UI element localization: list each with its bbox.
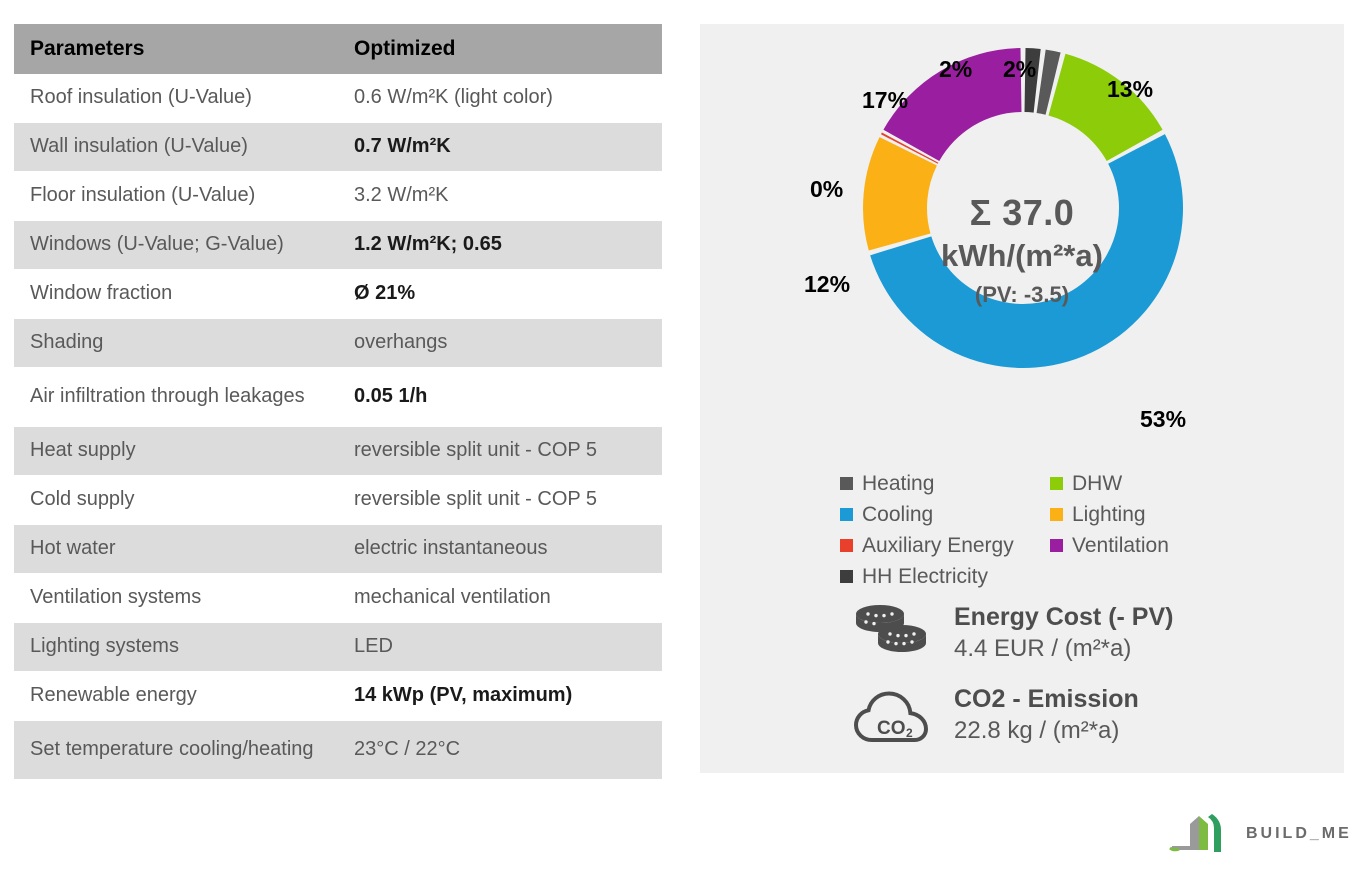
table-row: Renewable energy 14 kWp (PV, maximum) bbox=[14, 672, 662, 721]
energy-cost-title: Energy Cost (- PV) bbox=[954, 602, 1174, 631]
table-row: Air infiltration through leakages 0.05 1/… bbox=[14, 368, 662, 427]
parameter-value: 0.6 W/m²K (light color) bbox=[354, 86, 553, 109]
svg-text:CO: CO bbox=[877, 718, 906, 739]
legend-item: Auxiliary Energy bbox=[840, 534, 1050, 558]
parameter-name: Wall insulation (U-Value) bbox=[30, 135, 248, 158]
parameter-value: reversible split unit - COP 5 bbox=[354, 488, 598, 511]
parameter-name: Set temperature cooling/heating bbox=[30, 738, 314, 761]
table-row: Heat supply reversible split unit - COP 5 bbox=[14, 427, 662, 476]
table-row: Cold supply reversible split unit - COP 5 bbox=[14, 476, 662, 525]
build-me-mark-icon bbox=[1169, 814, 1221, 852]
pct-label-ventilation: 17% bbox=[862, 87, 909, 113]
table-row: Wall insulation (U-Value) 0.7 W/m²K bbox=[14, 123, 662, 172]
table-row: Roof insulation (U-Value) 0.6 W/m²K (ligh… bbox=[14, 74, 662, 123]
parameter-name: Floor insulation (U-Value) bbox=[30, 184, 256, 207]
parameter-value: 23°C / 22°C bbox=[354, 738, 461, 761]
table-row: Windows (U-Value; G-Value) 1.2 W/m²K; 0.6… bbox=[14, 221, 662, 270]
svg-text:2: 2 bbox=[906, 726, 913, 740]
parameter-name: Shading bbox=[30, 331, 104, 354]
table-row: Shading overhangs bbox=[14, 319, 662, 368]
parameter-name: Air infiltration through leakages bbox=[30, 385, 305, 408]
parameters-table: Parameters Optimized Roof insulation (U-… bbox=[14, 24, 662, 780]
parameter-name: Renewable energy bbox=[30, 684, 197, 707]
parameter-name: Lighting systems bbox=[30, 635, 179, 658]
donut-center-total: Σ 37.0 bbox=[969, 192, 1075, 233]
legend-item: Lighting bbox=[1050, 503, 1260, 527]
legend-item: DHW bbox=[1050, 472, 1260, 496]
legend-swatch-icon bbox=[840, 477, 853, 490]
table-row: Window fraction Ø 21% bbox=[14, 270, 662, 319]
coins-icon bbox=[856, 605, 926, 652]
co2-value: 22.8 kg / (m²*a) bbox=[954, 717, 1120, 745]
pct-label-heating: 2% bbox=[1003, 56, 1037, 82]
legend-item: Cooling bbox=[840, 503, 1050, 527]
donut-center-unit: kWh/(m²*a) bbox=[941, 238, 1103, 273]
parameter-value: LED bbox=[354, 635, 393, 658]
parameter-name: Ventilation systems bbox=[30, 586, 202, 609]
parameter-name: Hot water bbox=[30, 537, 116, 560]
legend-label: Heating bbox=[862, 471, 935, 495]
parameter-value: Ø 21% bbox=[354, 282, 416, 305]
co2-title: CO2 - Emission bbox=[954, 684, 1139, 713]
parameter-value: overhangs bbox=[354, 331, 448, 354]
legend-label: HH Electricity bbox=[862, 564, 989, 588]
kpi-energy-cost: Energy Cost (- PV) 4.4 EUR / (m²*a) bbox=[850, 600, 1173, 666]
table-row: Lighting systems LED bbox=[14, 623, 662, 672]
legend-swatch-icon bbox=[840, 570, 853, 583]
co2-cloud-icon: CO 2 bbox=[853, 691, 929, 742]
parameter-value: mechanical ventilation bbox=[354, 586, 551, 609]
table-row: Ventilation systems mechanical ventilatio… bbox=[14, 574, 662, 623]
pct-label-hh-electricity: 2% bbox=[939, 56, 973, 82]
parameter-name: Roof insulation (U-Value) bbox=[30, 86, 252, 109]
legend-label: Auxiliary Energy bbox=[862, 533, 1014, 557]
parameter-name: Heat supply bbox=[30, 439, 136, 462]
donut-center-pv: (PV: -3.5) bbox=[974, 282, 1070, 307]
legend-swatch-icon bbox=[840, 508, 853, 521]
table-row: Set temperature cooling/heating 23°C / 22… bbox=[14, 721, 662, 780]
pct-label-cooling: 53% bbox=[1140, 406, 1187, 432]
table-header-row: Parameters Optimized bbox=[14, 24, 662, 74]
legend-label: Lighting bbox=[1072, 502, 1146, 526]
parameter-value: 1.2 W/m²K; 0.65 bbox=[354, 233, 502, 256]
legend-item: Ventilation bbox=[1050, 534, 1260, 558]
logo-text: BUILD_ME bbox=[1246, 825, 1352, 842]
kpi-co2-emission: CO 2 CO2 - Emission 22.8 kg / (m²*a) bbox=[850, 682, 1139, 748]
legend-swatch-icon bbox=[1050, 539, 1063, 552]
legend-swatch-icon bbox=[840, 539, 853, 552]
parameter-value: 0.7 W/m²K bbox=[354, 135, 451, 158]
parameter-value: 3.2 W/m²K bbox=[354, 184, 449, 207]
parameter-name: Cold supply bbox=[30, 488, 135, 511]
chart-legend: Heating DHW Cooling Lighting Auxiliary Energ… bbox=[840, 468, 1310, 592]
legend-item: Heating bbox=[840, 472, 1050, 496]
parameter-name: Window fraction bbox=[30, 282, 173, 305]
parameter-value: 0.05 1/h bbox=[354, 385, 428, 408]
legend-label: Ventilation bbox=[1072, 533, 1169, 557]
table-row: Floor insulation (U-Value) 3.2 W/m²K bbox=[14, 172, 662, 221]
energy-cost-value: 4.4 EUR / (m²*a) bbox=[954, 635, 1132, 663]
table-body: Roof insulation (U-Value) 0.6 W/m²K (ligh… bbox=[14, 74, 662, 780]
table-row: Hot water electric instantaneous bbox=[14, 525, 662, 574]
legend-item: HH Electricity bbox=[840, 565, 1050, 589]
parameter-value: 14 kWp (PV, maximum) bbox=[354, 684, 573, 707]
legend-label: DHW bbox=[1072, 471, 1123, 495]
legend-swatch-icon bbox=[1050, 477, 1063, 490]
parameter-value: reversible split unit - COP 5 bbox=[354, 439, 598, 462]
legend-swatch-icon bbox=[1050, 508, 1063, 521]
pct-label-dhw: 13% bbox=[1107, 76, 1154, 102]
parameter-value: electric instantaneous bbox=[354, 537, 548, 560]
column-header-parameters: Parameters bbox=[30, 36, 145, 60]
parameter-name: Windows (U-Value; G-Value) bbox=[30, 233, 284, 256]
energy-donut-chart: 2% 2% 13% 53% 12% 0% 17% Σ 37.0 kWh/(m²*… bbox=[700, 24, 1344, 454]
column-header-optimized: Optimized bbox=[354, 36, 456, 60]
results-panel: 2% 2% 13% 53% 12% 0% 17% Σ 37.0 kWh/(m²*… bbox=[700, 24, 1344, 773]
legend-label: Cooling bbox=[862, 502, 934, 526]
build-me-logo: BUILD_ME bbox=[1168, 806, 1352, 862]
